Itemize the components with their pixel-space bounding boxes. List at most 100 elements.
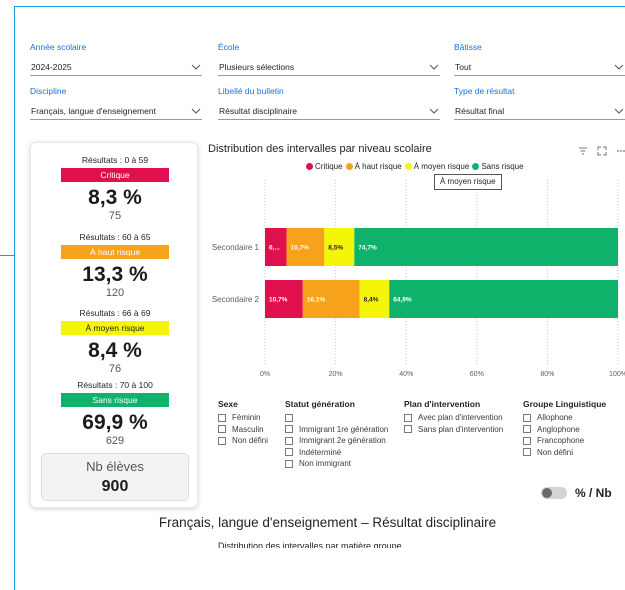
- slicer-option[interactable]: Immigrant 2e génération: [285, 435, 388, 447]
- data-label: 8,5%: [328, 245, 343, 252]
- checkbox[interactable]: [523, 436, 531, 445]
- kpi-percent: 8,3 %: [88, 186, 142, 209]
- y-tick-label: Secondaire 2: [212, 295, 260, 304]
- kpi-percent: 8,4 %: [88, 339, 142, 362]
- legend-item-moyen-risque[interactable]: À moyen risque: [404, 162, 470, 171]
- data-label: 64,9%: [393, 297, 412, 304]
- ecole-dropdown[interactable]: Plusieurs sélections: [218, 59, 440, 76]
- legend-item-haut-risque[interactable]: À haut risque: [345, 162, 402, 171]
- chevron-down-icon: [429, 64, 439, 70]
- legend-label: À moyen risque: [413, 162, 470, 171]
- data-label: 6,...: [269, 245, 280, 252]
- x-tick-label: 20%: [329, 371, 343, 378]
- checkbox[interactable]: [285, 459, 293, 468]
- percent-count-toggle[interactable]: % / Nb: [541, 486, 612, 500]
- checkbox[interactable]: [218, 425, 226, 434]
- bar-segment[interactable]: [389, 280, 618, 318]
- filter-label: Libellé du bulletin: [218, 86, 284, 96]
- checkbox[interactable]: [285, 425, 293, 434]
- nb-eleves-card: Nb élèves 900: [41, 453, 189, 501]
- nb-eleves-value: 900: [101, 478, 129, 495]
- x-tick-label: 0%: [260, 371, 270, 378]
- checkbox[interactable]: [285, 436, 293, 445]
- checkbox[interactable]: [285, 413, 293, 422]
- data-label: 10,7%: [291, 245, 310, 252]
- libelle-bulletin-dropdown[interactable]: Résultat disciplinaire: [218, 103, 440, 120]
- slicer-option-label: Avec plan d'intervention: [418, 413, 503, 422]
- slicer-option[interactable]: Francophone: [523, 435, 606, 447]
- slicer-option[interactable]: Anglophone: [523, 424, 606, 436]
- chevron-down-icon: [191, 64, 201, 70]
- slicer-title: Plan d'intervention: [404, 399, 481, 409]
- checkbox[interactable]: [218, 436, 226, 445]
- more-options-icon[interactable]: [616, 146, 625, 156]
- filter-value: Français, langue d'enseignement: [31, 106, 156, 116]
- filter-icon[interactable]: [578, 146, 588, 156]
- discipline-dropdown[interactable]: Français, langue d'enseignement: [30, 103, 202, 120]
- slicer-option-label: Non immigrant: [299, 459, 352, 468]
- filter-value: Tout: [455, 62, 472, 72]
- slicer-option-label: Masculin: [232, 424, 264, 434]
- slicer-option[interactable]: Masculin: [218, 424, 268, 436]
- slicer-option[interactable]: Allophone: [523, 412, 606, 424]
- filter-value: Plusieurs sélections: [219, 62, 295, 72]
- type-resultat-dropdown[interactable]: Résultat final: [454, 103, 625, 120]
- kpi-haut-risque: Résultats : 60 à 65 À haut risque 13,3 %…: [31, 232, 199, 300]
- batisse-dropdown[interactable]: Tout: [454, 59, 625, 76]
- chart-tooltip: À moyen risque: [434, 174, 502, 190]
- kpi-moyen-risque: Résultats : 66 à 69 À moyen risque 8,4 %…: [31, 308, 199, 376]
- slicer-option[interactable]: Non défini: [218, 435, 268, 447]
- frame-border-top: [14, 6, 625, 7]
- bar-segment[interactable]: [354, 228, 618, 266]
- kpi-count: 75: [108, 210, 122, 222]
- slicer-option[interactable]: Non immigrant: [285, 458, 388, 470]
- filter-label: Bâtisse: [454, 42, 482, 52]
- checkbox[interactable]: [523, 425, 531, 434]
- checkbox[interactable]: [523, 413, 531, 422]
- legend-item-critique[interactable]: Critique: [306, 162, 343, 171]
- checkbox[interactable]: [523, 448, 531, 457]
- kpi-badge: À moyen risque: [61, 321, 169, 335]
- slicer-option-label: Indéterminé: [299, 447, 342, 457]
- slicer-option-label: Francophone: [537, 436, 585, 445]
- annee-scolaire-dropdown[interactable]: 2024-2025: [30, 59, 202, 76]
- focus-mode-icon[interactable]: [597, 146, 607, 156]
- kpi-critique: Résultats : 0 à 59 Critique 8,3 % 75: [31, 155, 199, 223]
- legend-label: À haut risque: [354, 162, 402, 171]
- toggle-knob: [542, 488, 552, 498]
- slicer-statut-generation: Statut génération Immigrant 1re générati…: [285, 399, 388, 470]
- nb-eleves-label: Nb élèves: [86, 459, 144, 474]
- section-title: Français, langue d'enseignement – Résult…: [158, 515, 497, 530]
- kpi-count: 629: [105, 435, 125, 447]
- data-label: 74,7%: [358, 245, 377, 252]
- checkbox[interactable]: [404, 413, 412, 422]
- legend-item-sans-risque[interactable]: Sans risque: [472, 162, 524, 171]
- filter-label: Année scolaire: [30, 42, 87, 52]
- filter-label: Type de résultat: [454, 86, 515, 96]
- slicer-option-label: Non défini: [537, 447, 574, 457]
- checkbox[interactable]: [285, 448, 293, 457]
- slicer-option[interactable]: Indéterminé: [285, 447, 388, 459]
- frame-tick: [0, 255, 14, 256]
- data-label: 16,1%: [307, 297, 326, 304]
- toggle-switch[interactable]: [541, 487, 567, 499]
- checkbox[interactable]: [404, 425, 412, 434]
- legend-dot: [306, 163, 313, 170]
- kpi-badge: À haut risque: [61, 245, 169, 259]
- data-label: 8,4%: [364, 297, 379, 304]
- slicer-option-label: Féminin: [232, 413, 261, 422]
- slicer-option-label: Immigrant 2e génération: [299, 436, 386, 445]
- slicer-option[interactable]: [285, 412, 388, 424]
- slicer-option[interactable]: Immigrant 1re génération: [285, 424, 388, 436]
- legend-dot: [404, 163, 412, 170]
- slicer-option[interactable]: Avec plan d'intervention: [404, 412, 503, 424]
- x-tick-label: 40%: [399, 371, 413, 378]
- slicer-option[interactable]: Féminin: [218, 412, 268, 424]
- kpi-count: 76: [108, 363, 122, 375]
- filter-type-resultat: Type de résultat Résultat final: [454, 86, 625, 120]
- slicer-option[interactable]: Non défini: [523, 447, 606, 459]
- slicer-option[interactable]: Sans plan d'intervention: [404, 424, 503, 436]
- checkbox[interactable]: [218, 413, 226, 422]
- data-label: 10,7%: [269, 297, 288, 304]
- kpi-range: Résultats : 60 à 65: [79, 232, 151, 242]
